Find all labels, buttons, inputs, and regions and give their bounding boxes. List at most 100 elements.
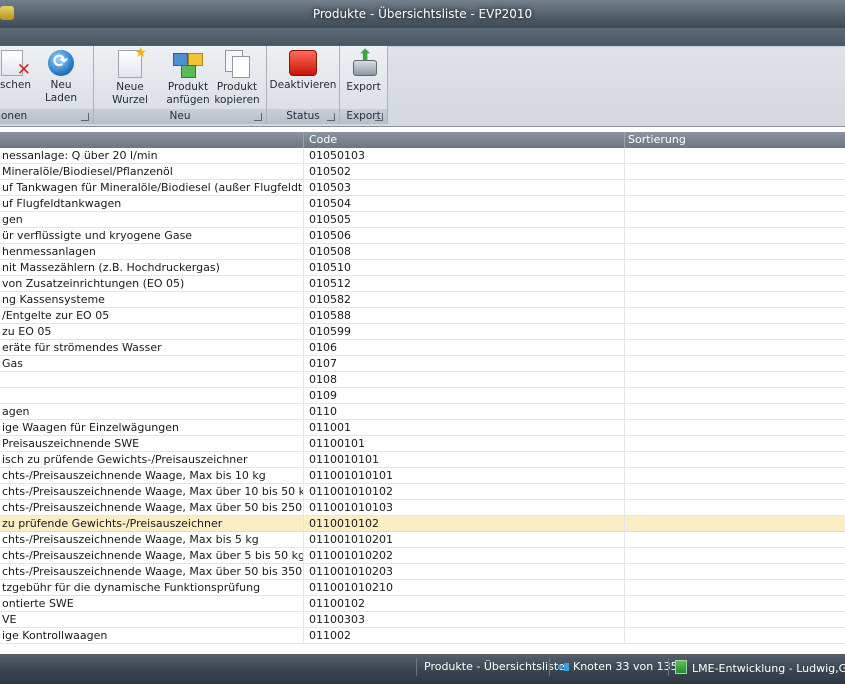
- cell-code: 011001010203: [304, 564, 625, 580]
- cell-code: 01050103: [304, 148, 625, 164]
- table-row[interactable]: gen 010505: [0, 212, 845, 228]
- copy-product-button[interactable]: Produkt kopieren: [213, 48, 261, 107]
- cell-sortierung: [625, 276, 845, 292]
- column-header-code[interactable]: Code: [304, 132, 625, 148]
- table-row[interactable]: chts-/Preisauszeichnende Waage, Max über…: [0, 564, 845, 580]
- new-root-button[interactable]: ★ Neue Wurzel: [100, 46, 160, 107]
- cell-code: 010582: [304, 292, 625, 308]
- cell-name: chts-/Preisauszeichnende Waage, Max über…: [2, 548, 304, 564]
- table-row[interactable]: henmessanlagen 010508: [0, 244, 845, 260]
- cell-name: zu EO 05: [0, 324, 304, 340]
- cell-sortierung: [625, 356, 845, 372]
- cell-name: /Entgelte zur EO 05: [0, 308, 304, 324]
- cell-sortierung: [625, 212, 845, 228]
- status-separator: [549, 658, 550, 676]
- cell-code: 011001010102: [304, 484, 625, 500]
- ribbon-group-export: ⬆ Export Export: [340, 46, 388, 124]
- cell-sortierung: [625, 580, 845, 596]
- table-row[interactable]: Gas 0107: [0, 356, 845, 372]
- table-row[interactable]: ige Kontrollwaagen 011002: [0, 628, 845, 644]
- table-row[interactable]: zu EO 05 010599: [0, 324, 845, 340]
- table-row[interactable]: 0109: [0, 388, 845, 404]
- export-button-label: Export: [346, 81, 381, 93]
- table-row[interactable]: agen 0110: [0, 404, 845, 420]
- table-row[interactable]: 0108: [0, 372, 845, 388]
- ribbon-group-aktionen: ✕ schen Neu Laden onen: [0, 46, 94, 124]
- table-row[interactable]: nessanlage: Q über 20 l/min 01050103: [0, 148, 845, 164]
- cell-name: ür verflüssigte und kryogene Gase: [0, 228, 304, 244]
- cell-code: 0107: [304, 356, 625, 372]
- cell-name: nit Massezählern (z.B. Hochdruckergas): [0, 260, 304, 276]
- status-nodes: Knoten 33 von 1352: [558, 660, 685, 674]
- cell-sortierung: [625, 516, 845, 532]
- cell-sortierung: [625, 308, 845, 324]
- export-button[interactable]: ⬆ Export: [342, 48, 385, 94]
- add-product-button[interactable]: Produkt anfügen: [166, 48, 210, 107]
- cell-name: tzgebühr für die dynamische Funktionsprü…: [0, 580, 304, 596]
- table-row[interactable]: chts-/Preisauszeichnende Waage, Max bis …: [0, 468, 845, 484]
- cell-name: VE: [0, 612, 304, 628]
- dialog-launcher-icon[interactable]: [327, 113, 335, 121]
- product-grid[interactable]: Code Sortierung nessanlage: Q über 20 l/…: [0, 132, 845, 654]
- table-row[interactable]: chts-/Preisauszeichnende Waage, Max über…: [0, 484, 845, 500]
- delete-button[interactable]: ✕ schen: [0, 48, 36, 92]
- cell-name: agen: [0, 404, 304, 420]
- cell-sortierung: [625, 180, 845, 196]
- dialog-launcher-icon[interactable]: [254, 113, 262, 121]
- table-row[interactable]: chts-/Preisauszeichnende Waage, Max über…: [0, 548, 845, 564]
- cell-code: 01100102: [304, 596, 625, 612]
- cell-sortierung: [625, 420, 845, 436]
- dialog-launcher-icon[interactable]: [81, 113, 89, 121]
- cell-sortierung: [625, 292, 845, 308]
- reload-icon: [48, 50, 74, 76]
- table-row[interactable]: chts-/Preisauszeichnende Waage, Max über…: [0, 500, 845, 516]
- cell-name: ng Kassensysteme: [0, 292, 304, 308]
- table-row[interactable]: /Entgelte zur EO 05 010588: [0, 308, 845, 324]
- table-row[interactable]: ontierte SWE 01100102: [0, 596, 845, 612]
- cell-name: Mineralöle/Biodiesel/Pflanzenöl: [0, 164, 304, 180]
- cell-name: ige Waagen für Einzelwägungen: [0, 420, 304, 436]
- table-row[interactable]: isch zu prüfende Gewichts-/Preisauszeich…: [0, 452, 845, 468]
- table-row[interactable]: zu prüfende Gewichts-/Preisauszeichner 01…: [0, 516, 845, 532]
- cell-sortierung: [625, 452, 845, 468]
- table-row[interactable]: VE 01100303: [0, 612, 845, 628]
- copy-product-label-2: kopieren: [214, 94, 260, 106]
- table-row[interactable]: nit Massezählern (z.B. Hochdruckergas) 01…: [0, 260, 845, 276]
- cell-sortierung: [625, 484, 845, 500]
- cell-sortierung: [625, 468, 845, 484]
- cell-name: chts-/Preisauszeichnende Waage, Max über…: [2, 564, 304, 580]
- cell-sortierung: [625, 372, 845, 388]
- column-header-sortierung[interactable]: Sortierung: [625, 132, 845, 148]
- table-row[interactable]: uf Flugfeldtankwagen 010504: [0, 196, 845, 212]
- cell-code: 011002: [304, 628, 625, 644]
- dialog-launcher-icon[interactable]: [375, 113, 383, 121]
- cell-sortierung: [625, 388, 845, 404]
- table-row[interactable]: eräte für strömendes Wasser 0106: [0, 340, 845, 356]
- deactivate-button-label: Deaktivieren: [269, 79, 337, 91]
- window-title: Produkte - Übersichtsliste - EVP2010: [312, 7, 533, 21]
- deactivate-button[interactable]: Deaktivieren: [269, 48, 337, 92]
- table-row[interactable]: ür verflüssigte und kryogene Gase 010506: [0, 228, 845, 244]
- table-row[interactable]: tzgebühr für die dynamische Funktionsprü…: [0, 580, 845, 596]
- table-row[interactable]: chts-/Preisauszeichnende Waage, Max bis …: [0, 532, 845, 548]
- table-row[interactable]: von Zusatzeinrichtungen (EO 05) 010512: [0, 276, 845, 292]
- table-row[interactable]: Mineralöle/Biodiesel/Pflanzenöl 010502: [0, 164, 845, 180]
- cell-sortierung: [625, 404, 845, 420]
- cell-code: 011001: [304, 420, 625, 436]
- cell-code: 0106: [304, 340, 625, 356]
- cell-code: 0108: [304, 372, 625, 388]
- cell-code: 011001010202: [304, 548, 625, 564]
- cell-name: isch zu prüfende Gewichts-/Preisauszeich…: [0, 452, 304, 468]
- cell-code: 0110: [304, 404, 625, 420]
- cell-sortierung: [625, 548, 845, 564]
- table-row[interactable]: uf Tankwagen für Mineralöle/Biodiesel (a…: [0, 180, 845, 196]
- ribbon-tabstrip: [0, 28, 845, 45]
- column-header-name[interactable]: [0, 132, 304, 148]
- table-row[interactable]: ige Waagen für Einzelwägungen 011001: [0, 420, 845, 436]
- reload-button[interactable]: Neu Laden: [33, 48, 89, 105]
- cell-name: ontierte SWE: [0, 596, 304, 612]
- table-row[interactable]: Preisauszeichnende SWE 01100101: [0, 436, 845, 452]
- table-row[interactable]: ng Kassensysteme 010582: [0, 292, 845, 308]
- cell-sortierung: [625, 436, 845, 452]
- add-product-label-2: anfügen: [166, 94, 210, 106]
